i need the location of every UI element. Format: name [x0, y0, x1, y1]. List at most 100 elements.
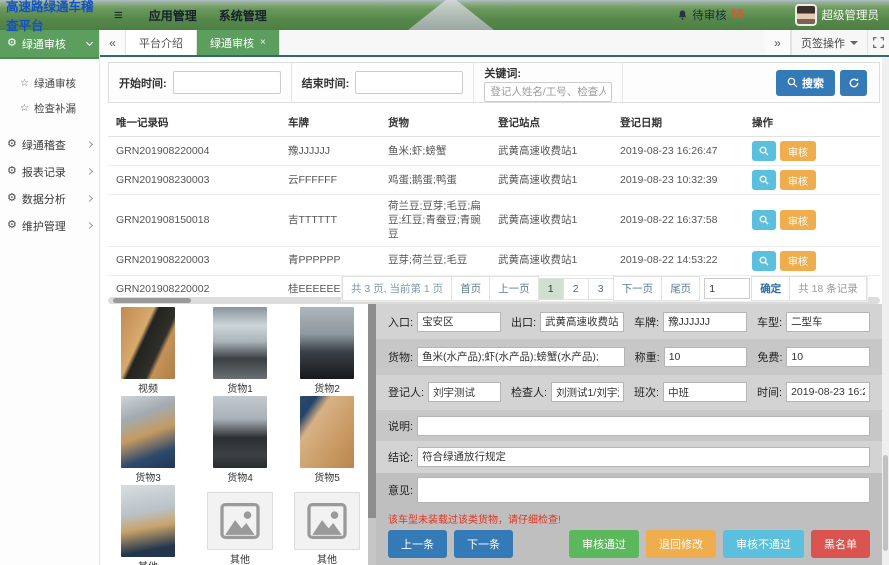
- plate-input[interactable]: [663, 311, 747, 332]
- start-time-input[interactable]: [172, 71, 281, 94]
- gallery-item-goods3[interactable]: 货物3: [121, 396, 175, 485]
- horizontal-scrollbar-handle[interactable]: [113, 298, 191, 303]
- previous-record-button[interactable]: 上一条: [388, 529, 447, 558]
- shift-input[interactable]: [663, 382, 747, 403]
- inspector-input[interactable]: [551, 382, 624, 403]
- menu-toggle-icon[interactable]: ≡: [114, 7, 123, 24]
- pending-review-notification[interactable]: 待审核 18: [677, 7, 744, 23]
- fullscreen-button[interactable]: [867, 30, 889, 55]
- view-detail-button[interactable]: [752, 170, 776, 190]
- cell-goods: 豆芽;荷兰豆;毛豆: [388, 254, 468, 267]
- close-icon[interactable]: ×: [260, 37, 266, 48]
- reject-button[interactable]: 审核不通过: [723, 529, 804, 558]
- sidebar-subitem-green-review[interactable]: ☆ 绿通审核: [0, 71, 99, 96]
- detail-row-1: 入口: 出口: 车牌: 车型:: [376, 304, 882, 340]
- vertical-scrollbar[interactable]: [368, 304, 376, 565]
- goods-photo-thumbnail[interactable]: [121, 396, 175, 468]
- gallery-item-goods4[interactable]: 货物4: [213, 396, 267, 485]
- view-detail-button[interactable]: [752, 141, 776, 161]
- goods-photo-thumbnail[interactable]: [300, 307, 354, 379]
- gallery-item-goods2[interactable]: 货物2: [300, 307, 354, 396]
- table-row: GRN201908220004 豫JJJJJJ 鱼米;虾;螃蟹 武黄高速收费站1…: [108, 137, 880, 166]
- other-photo-thumbnail[interactable]: [121, 485, 175, 557]
- goods-photo-thumbnail[interactable]: [213, 307, 267, 379]
- record-detail-form: 入口: 出口: 车牌: 车型:: [376, 304, 882, 565]
- vehicle-type-input[interactable]: [786, 311, 870, 332]
- pagination-last-button[interactable]: 尾页: [661, 276, 701, 301]
- table-row: GRN201908150018 吉TTTTTT 荷兰豆;豆芽;毛豆;扁豆;红豆;…: [108, 195, 880, 247]
- conclusion-label: 结论:: [388, 451, 414, 464]
- tabs-scroll-left-button[interactable]: «: [100, 30, 126, 55]
- sidebar-item-green-inspection[interactable]: ⚙ 绿通稽查: [0, 131, 99, 158]
- nav-system-management[interactable]: 系统管理: [219, 7, 267, 24]
- cell-goods: 荷兰豆;豆芽;毛豆;扁豆;红豆;青蚕豆;青豌豆: [388, 200, 481, 241]
- free-input[interactable]: [786, 346, 871, 367]
- pagination-next-button[interactable]: 下一页: [612, 276, 663, 301]
- weight-input[interactable]: [663, 346, 748, 367]
- cell-record-code: GRN201908230003: [116, 173, 210, 186]
- view-detail-button[interactable]: [752, 250, 776, 271]
- page-scrollbar[interactable]: [882, 57, 889, 565]
- sidebar-item-green-review[interactable]: ⚙ 绿通审核: [0, 30, 99, 59]
- vertical-scrollbar-handle[interactable]: [368, 304, 376, 519]
- end-time-input[interactable]: [355, 71, 464, 94]
- current-user-name[interactable]: 超级管理员: [822, 7, 880, 23]
- gallery-item-goods5[interactable]: 货物5: [300, 396, 354, 485]
- gallery-item-video[interactable]: 视频: [121, 307, 175, 396]
- tabs-scroll-right-button[interactable]: »: [765, 30, 791, 55]
- pagination-page-3[interactable]: 3: [587, 277, 614, 300]
- pagination-total-records: 共 18 条记录: [789, 276, 867, 301]
- view-detail-button[interactable]: [752, 210, 776, 231]
- pagination-first-button[interactable]: 首页: [451, 276, 491, 301]
- registrar-input[interactable]: [428, 382, 501, 403]
- pagination-page-1[interactable]: 1: [537, 277, 564, 300]
- gallery-item-goods1[interactable]: 货物1: [213, 307, 267, 396]
- sidebar-item-report-records[interactable]: ⚙ 报表记录: [0, 158, 99, 185]
- sidebar-item-data-analysis[interactable]: ⚙ 数据分析: [0, 185, 99, 212]
- keyword-input[interactable]: [484, 82, 613, 102]
- field-time: 时间:: [757, 382, 870, 403]
- highway-photo-road: [408, 0, 494, 30]
- return-for-revision-button[interactable]: 退回修改: [646, 529, 716, 558]
- conclusion-input[interactable]: [417, 446, 870, 467]
- refresh-button[interactable]: [840, 69, 867, 96]
- review-button[interactable]: 审核: [780, 210, 816, 231]
- nav-app-management[interactable]: 应用管理: [149, 7, 197, 24]
- gallery-item-other1[interactable]: 其他: [121, 485, 175, 565]
- entrance-input[interactable]: [417, 311, 501, 332]
- cell-station: 武黄高速收费站1: [498, 254, 578, 267]
- time-input[interactable]: [786, 382, 870, 403]
- field-free: 免费:: [757, 346, 871, 367]
- avatar[interactable]: [794, 4, 817, 26]
- tab-green-review[interactable]: 绿通审核 ×: [197, 30, 280, 55]
- tab-label: 平台介绍: [139, 37, 183, 50]
- review-button[interactable]: 审核: [780, 141, 816, 161]
- blacklist-button[interactable]: 黑名单: [811, 529, 870, 558]
- opinion-textarea[interactable]: [417, 477, 870, 504]
- gallery-item-other2[interactable]: 其他: [207, 485, 273, 565]
- goods-photo-thumbnail[interactable]: [300, 396, 354, 468]
- goods-photo-thumbnail[interactable]: [213, 396, 267, 468]
- review-button[interactable]: 审核: [780, 170, 816, 190]
- approve-button[interactable]: 审核通过: [569, 529, 639, 558]
- sidebar-item-label: 绿通稽查: [21, 139, 66, 152]
- pagination-prev-button[interactable]: 上一页: [489, 276, 539, 301]
- app-title: 高速路绿通车稽查平台: [6, 0, 94, 33]
- pagination-goto-input[interactable]: [704, 278, 751, 299]
- next-record-button[interactable]: 下一条: [454, 529, 513, 558]
- review-button[interactable]: 审核: [780, 250, 816, 271]
- sidebar-item-maintenance[interactable]: ⚙ 维护管理: [0, 212, 99, 239]
- exit-input[interactable]: [540, 311, 624, 332]
- tab-operations-dropdown[interactable]: 页签操作: [791, 30, 867, 55]
- goods-input[interactable]: [417, 346, 625, 367]
- pagination-confirm-button[interactable]: 确定: [751, 276, 791, 301]
- search-button[interactable]: 搜索: [776, 69, 835, 96]
- sidebar-subitem-inspection-patch[interactable]: ☆ 检查补漏: [0, 96, 99, 121]
- page-scrollbar-handle[interactable]: [883, 455, 888, 551]
- gallery-item-other3[interactable]: 其他: [294, 485, 360, 565]
- goods-label: 货物:: [388, 351, 414, 364]
- note-input[interactable]: [417, 415, 870, 436]
- pagination-page-2[interactable]: 2: [562, 277, 589, 300]
- video-thumbnail[interactable]: [121, 307, 175, 379]
- tab-platform-intro[interactable]: 平台介绍: [126, 30, 197, 55]
